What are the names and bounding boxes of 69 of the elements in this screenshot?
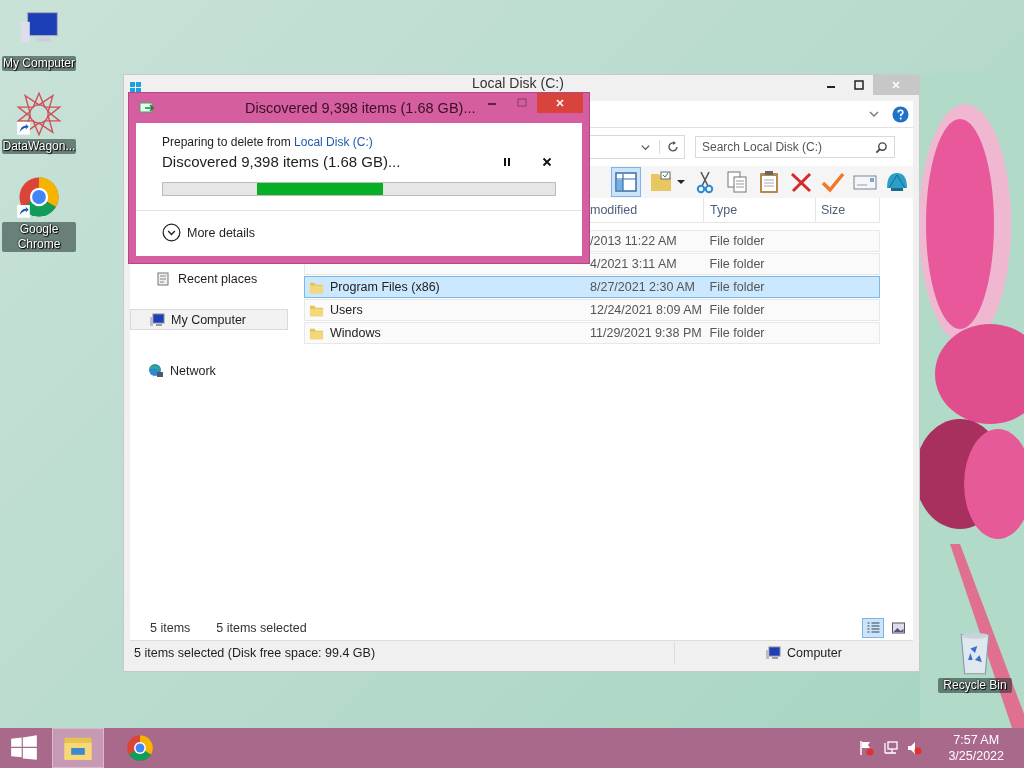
type-cell-text: File folder bbox=[708, 303, 766, 317]
folder-check-icon[interactable] bbox=[649, 170, 673, 194]
file-explorer-taskbar-button[interactable] bbox=[52, 728, 104, 768]
item-count: 5 items bbox=[150, 621, 191, 635]
star-icon[interactable] bbox=[16, 91, 62, 137]
network-nav-item[interactable]: Network bbox=[130, 360, 288, 381]
clock-date[interactable]: 3/25/2022 bbox=[948, 748, 1004, 764]
type-cell-text: File folder bbox=[708, 326, 766, 340]
window-title: Local Disk (C:) bbox=[472, 75, 564, 91]
network-icon[interactable] bbox=[882, 740, 899, 756]
status-text: 5 items selected (Disk free space: 99.4 GB) bbox=[133, 646, 377, 660]
location-link[interactable]: Local Disk (C:) bbox=[294, 135, 373, 149]
windows-logo-icon[interactable] bbox=[130, 82, 142, 94]
more-details-link[interactable]: More details bbox=[187, 225, 256, 240]
file-row[interactable]: Program Files (x86) 8/27/2021 2:30 AM File folder bbox=[304, 276, 880, 298]
file-name: Program Files (x86) bbox=[330, 280, 440, 294]
nav-item[interactable]: My Computer bbox=[130, 309, 288, 330]
nav-item[interactable]: Recent places bbox=[130, 268, 288, 289]
close-icon bbox=[891, 80, 901, 90]
search-icon bbox=[875, 141, 888, 154]
expand-icon[interactable] bbox=[162, 223, 181, 242]
computer-icon bbox=[765, 645, 781, 661]
close-icon[interactable] bbox=[542, 156, 552, 167]
column-header[interactable]: Type bbox=[704, 198, 816, 222]
type-cell-text: File folder bbox=[708, 234, 766, 248]
file-row[interactable]: Windows 11/29/2021 9:38 PM File folder bbox=[304, 322, 880, 344]
volume-icon[interactable] bbox=[906, 740, 923, 756]
help-icon[interactable] bbox=[892, 105, 909, 123]
operation-caption: Preparing to delete from Local Disk (C:) bbox=[162, 135, 374, 149]
clock-time[interactable]: 7:57 AM bbox=[953, 732, 1000, 748]
flag-icon[interactable] bbox=[858, 740, 875, 756]
pause-icon[interactable] bbox=[502, 156, 512, 167]
date-cell-text: 4/2021 3:11 AM bbox=[589, 257, 678, 271]
close-icon bbox=[555, 98, 565, 108]
close-button[interactable] bbox=[537, 93, 583, 113]
file-row[interactable]: Users 12/24/2021 8:09 AM File folder bbox=[304, 299, 880, 321]
caret-icon[interactable] bbox=[677, 178, 685, 186]
layout-button[interactable] bbox=[611, 167, 641, 197]
status-location: Computer bbox=[787, 646, 842, 660]
type-cell-text: File folder bbox=[708, 280, 766, 294]
column-header[interactable]: Size bbox=[816, 198, 880, 222]
refresh-icon[interactable] bbox=[659, 140, 680, 154]
date-cell-text: 12/24/2021 8:09 AM bbox=[589, 303, 703, 317]
recent-icon bbox=[156, 270, 172, 287]
file-name: Windows bbox=[330, 326, 381, 340]
file-name: Users bbox=[330, 303, 363, 317]
selection-count: 5 items selected bbox=[216, 621, 307, 635]
date-cell-text: 11/29/2021 9:38 PM bbox=[589, 326, 703, 340]
windows-logo-icon[interactable] bbox=[10, 734, 38, 762]
maximize-icon bbox=[517, 98, 527, 108]
type-cell-text: File folder bbox=[708, 257, 766, 271]
desktop-icon-label[interactable]: DataWagon... bbox=[2, 139, 76, 154]
desktop-icon-label[interactable]: Recycle Bin bbox=[938, 678, 1012, 693]
details-view-icon bbox=[865, 621, 881, 635]
desktop-icon-label[interactable]: My Computer bbox=[2, 56, 76, 71]
desktop-icon-label[interactable]: Google Chrome bbox=[2, 222, 76, 252]
date-cell-text: /2013 11:22 AM bbox=[589, 234, 678, 248]
clipboard-icon[interactable] bbox=[757, 170, 781, 194]
computer-icon bbox=[149, 311, 165, 328]
picture-view-icon bbox=[890, 621, 906, 635]
checkmark-icon[interactable] bbox=[821, 170, 845, 194]
maximize-icon bbox=[854, 80, 864, 90]
file-transfer-icon bbox=[139, 101, 155, 115]
progress-heading: Discovered 9,398 items (1.68 GB)... bbox=[162, 153, 402, 170]
network-icon bbox=[148, 362, 164, 379]
dialog-title: Discovered 9,398 items (1.68 GB)... bbox=[245, 100, 476, 116]
delete-icon[interactable] bbox=[789, 170, 813, 194]
search-field[interactable]: Search Local Disk (C:) bbox=[695, 136, 895, 158]
date-cell-text: 8/27/2021 2:30 AM bbox=[589, 280, 696, 294]
